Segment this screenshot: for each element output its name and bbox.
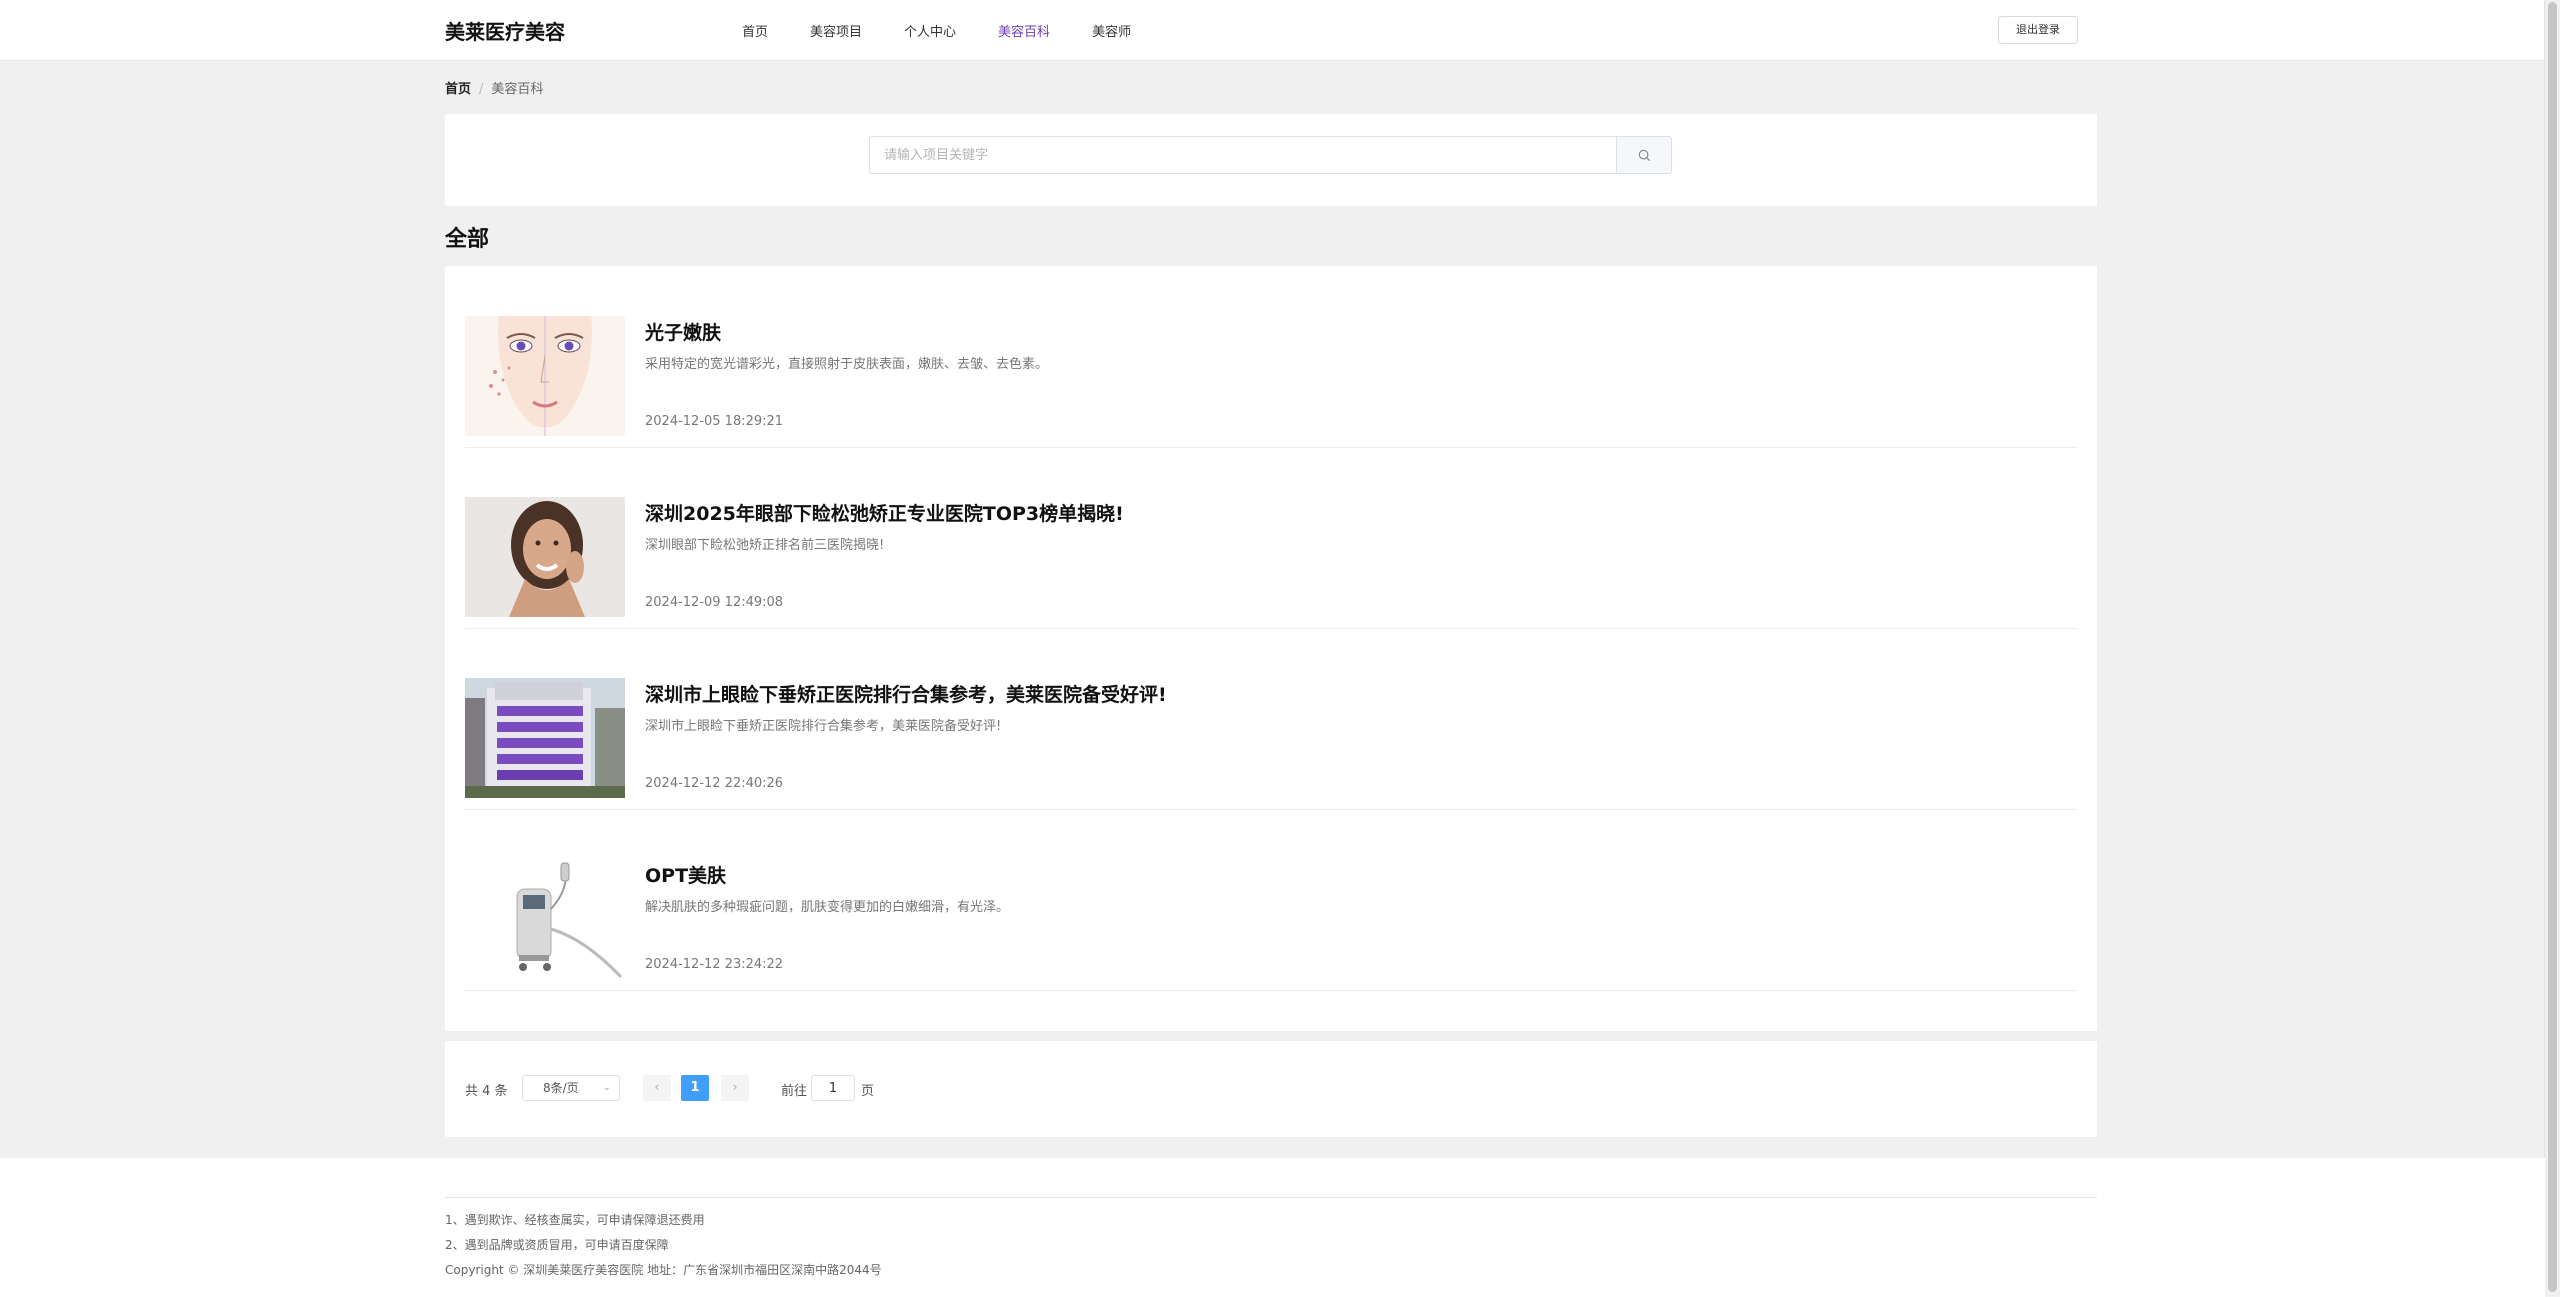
list-item[interactable]: 深圳2025年眼部下睑松弛矫正专业医院TOP3榜单揭晓! 深圳眼部下睑松弛矫正排… <box>465 447 2077 629</box>
chevron-left-icon: ‹ <box>654 1080 660 1095</box>
brand-logo-text[interactable]: 美莱医疗美容 <box>445 16 565 45</box>
scrollbar-thumb[interactable] <box>2548 2 2557 1292</box>
article-title[interactable]: 深圳2025年眼部下睑松弛矫正专业医院TOP3榜单揭晓! <box>645 499 1124 526</box>
article-date: 2024-12-05 18:29:21 <box>645 414 784 429</box>
list-item[interactable]: 光子嫩肤 采用特定的宽光谱彩光，直接照射于皮肤表面，嫩肤、去皱、去色素。 202… <box>465 266 2077 448</box>
main-nav: 首页 美容项目 个人中心 美容百科 美容师 <box>742 21 1173 40</box>
page-size-value: 8条/页 <box>543 1081 579 1095</box>
article-thumbnail-smiling-woman[interactable] <box>465 497 625 617</box>
section-title: 全部 <box>445 227 490 252</box>
list-item[interactable]: 深圳市上眼睑下垂矫正医院排行合集参考，美莱医院备受好评! 深圳市上眼睑下垂矫正医… <box>465 628 2077 810</box>
goto-label: 前往 <box>781 1084 808 1099</box>
search-icon <box>1638 149 1651 162</box>
article-description: 采用特定的宽光谱彩光，直接照射于皮肤表面，嫩肤、去皱、去色素。 <box>645 357 1049 372</box>
article-description: 深圳市上眼睑下垂矫正医院排行合集参考，美莱医院备受好评! <box>645 719 1002 734</box>
breadcrumb-home[interactable]: 首页 <box>445 82 471 97</box>
nav-item-beauty-projects[interactable]: 美容项目 <box>810 21 862 40</box>
page-scrollbar[interactable] <box>2544 0 2560 1297</box>
article-thumbnail-face-illustration[interactable] <box>465 316 625 436</box>
footer-copyright: Copyright © 深圳美莱医疗美容医院 地址：广东省深圳市福田区深南中路2… <box>445 1263 882 1277</box>
breadcrumb: 首页 / 美容百科 <box>445 78 543 97</box>
page-suffix-label: 页 <box>861 1084 875 1099</box>
page-number-button[interactable]: 1 <box>681 1075 709 1101</box>
article-description: 深圳眼部下睑松弛矫正排名前三医院揭晓! <box>645 538 885 553</box>
list-item[interactable]: OPT美肤 解决肌肤的多种瑕疵问题，肌肤变得更加的白嫩细滑，有光泽。 2024-… <box>465 809 2077 991</box>
article-title[interactable]: OPT美肤 <box>645 861 726 888</box>
breadcrumb-separator: / <box>479 82 484 97</box>
article-date: 2024-12-12 23:24:22 <box>645 957 784 972</box>
page-footer: 1、遇到欺诈、经核查属实，可申请保障退还费用 2、遇到品牌或资质冒用，可申请百度… <box>0 1158 2545 1297</box>
nav-item-beauty-encyclopedia[interactable]: 美容百科 <box>998 21 1050 40</box>
search-button[interactable] <box>1616 136 1672 174</box>
nav-item-home[interactable]: 首页 <box>742 21 768 40</box>
pagination-total: 共 4 条 <box>465 1084 508 1099</box>
chevron-right-icon: › <box>732 1080 738 1095</box>
pagination: 共 4 条 8条/页 ⌄ ‹ 1 › 前往 页 <box>445 1041 2097 1137</box>
nav-item-beauticians[interactable]: 美容师 <box>1092 21 1131 40</box>
footer-divider <box>445 1197 2097 1198</box>
page-size-select[interactable]: 8条/页 ⌄ <box>522 1075 620 1101</box>
footer-notice-2: 2、遇到品牌或资质冒用，可申请百度保障 <box>445 1238 669 1252</box>
article-date: 2024-12-12 22:40:26 <box>645 776 784 791</box>
nav-item-personal-center[interactable]: 个人中心 <box>904 21 956 40</box>
article-thumbnail-hospital-building[interactable] <box>465 678 625 798</box>
search-input[interactable] <box>869 136 1617 174</box>
article-title[interactable]: 光子嫩肤 <box>645 318 721 345</box>
top-header: 美莱医疗美容 首页 美容项目 个人中心 美容百科 美容师 退出登录 <box>0 0 2545 61</box>
footer-notice-1: 1、遇到欺诈、经核查属实，可申请保障退还费用 <box>445 1213 705 1227</box>
chevron-down-icon: ⌄ <box>602 1082 611 1093</box>
article-list: 光子嫩肤 采用特定的宽光谱彩光，直接照射于皮肤表面，嫩肤、去皱、去色素。 202… <box>445 266 2097 1031</box>
article-thumbnail-opt-machine[interactable] <box>465 859 625 979</box>
next-page-button[interactable]: › <box>721 1075 749 1101</box>
breadcrumb-current: 美容百科 <box>491 82 544 97</box>
article-date: 2024-12-09 12:49:08 <box>645 595 784 610</box>
goto-page-input[interactable] <box>811 1075 855 1101</box>
search-card <box>445 114 2097 206</box>
prev-page-button[interactable]: ‹ <box>643 1075 671 1101</box>
logout-button[interactable]: 退出登录 <box>1998 16 2078 44</box>
article-title[interactable]: 深圳市上眼睑下垂矫正医院排行合集参考，美莱医院备受好评! <box>645 680 1167 707</box>
article-description: 解决肌肤的多种瑕疵问题，肌肤变得更加的白嫩细滑，有光泽。 <box>645 900 1010 915</box>
